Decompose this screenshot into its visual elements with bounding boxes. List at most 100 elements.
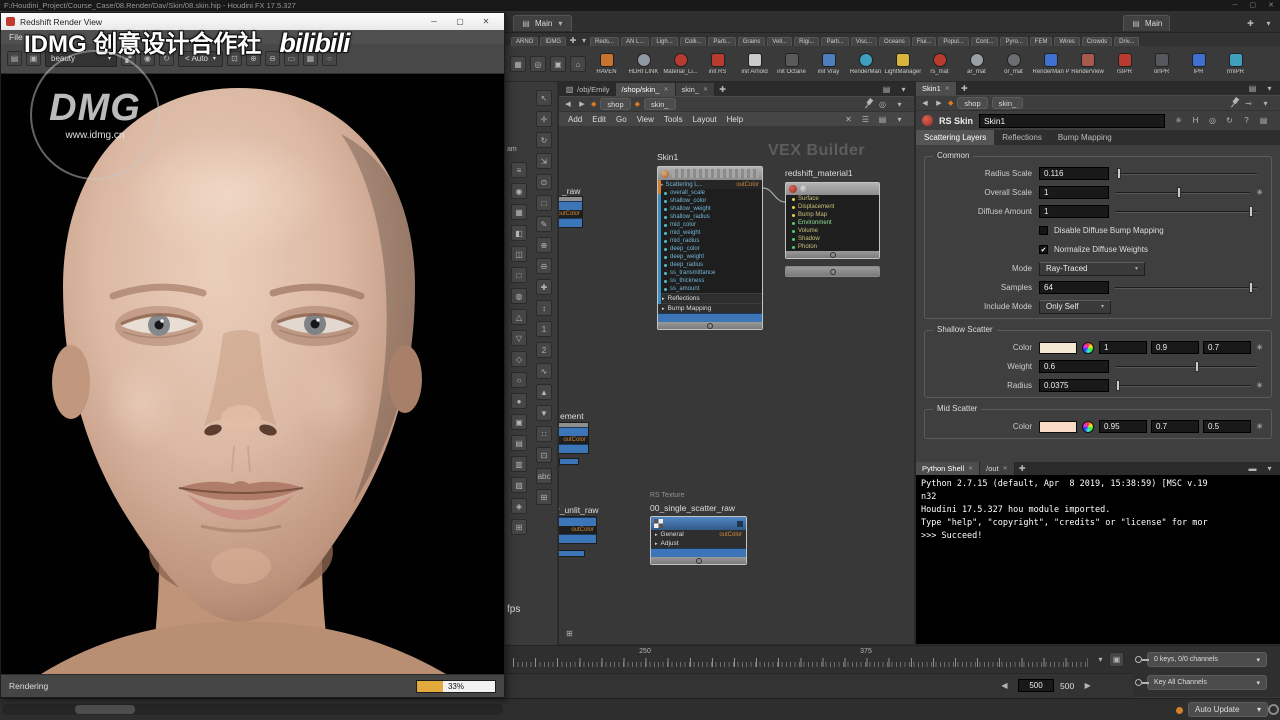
param-slider[interactable] xyxy=(1115,360,1257,373)
shell-output[interactable]: Python 2.7.15 (default, Apr 8 2019, 15:3… xyxy=(916,475,1280,644)
color-component-field[interactable]: 0.95 xyxy=(1099,420,1147,433)
desktop-tab-main-2[interactable]: ▤ Main xyxy=(1123,15,1170,31)
viewport-tool-icon[interactable]: ⊕ xyxy=(536,237,552,253)
shelf-tab[interactable]: AN L... xyxy=(621,37,649,46)
viewport-tool-icon[interactable]: ↖ xyxy=(536,90,552,106)
pane-menu-icon[interactable]: ▾ xyxy=(1262,461,1277,476)
shelf-tab[interactable]: Parti... xyxy=(821,37,848,46)
viewport-tool-icon[interactable]: ✎ xyxy=(536,216,552,232)
viewport-display-icon[interactable]: ▣ xyxy=(511,414,527,430)
camera-selector-label[interactable]: am xyxy=(507,146,517,153)
back-icon[interactable]: ◀ xyxy=(920,99,930,107)
keys-info-dropdown[interactable]: 0 keys, 0/0 channels ▾ xyxy=(1147,652,1267,667)
pane-split-icon[interactable]: ▤ xyxy=(1245,81,1260,96)
shelf-tab[interactable]: Colli... xyxy=(680,37,707,46)
node-footer[interactable] xyxy=(786,251,879,258)
maximize-icon[interactable]: ▢ xyxy=(447,13,473,30)
shelf-tool-ar-mat[interactable]: ar_mat xyxy=(958,53,995,75)
shelf-tab[interactable]: Parti... xyxy=(708,37,735,46)
shelf-tab[interactable]: FEM xyxy=(1030,37,1053,46)
node-footer[interactable] xyxy=(651,557,746,564)
shelf-tool-rsipr[interactable]: rsIPR xyxy=(1106,53,1143,75)
param-value-field[interactable]: 64 xyxy=(1039,281,1109,294)
shelf-tab[interactable]: Flui... xyxy=(912,37,937,46)
param-value-field[interactable]: 1 xyxy=(1039,205,1109,218)
add-shelf-icon[interactable]: ✚ xyxy=(568,35,578,46)
new-desktop-icon[interactable]: ✚ xyxy=(1243,16,1258,31)
viewport-display-icon[interactable]: ◇ xyxy=(511,351,527,367)
slider-handle[interactable] xyxy=(1117,168,1121,179)
viewport-tool-icon[interactable]: ▼ xyxy=(536,405,552,421)
auto-mode-select[interactable]: < Auto ▾ xyxy=(178,51,223,67)
param-value-field[interactable]: 0.6 xyxy=(1039,360,1109,373)
color-component-field[interactable]: 0.5 xyxy=(1203,420,1251,433)
aov-select[interactable]: beauty ▾ xyxy=(45,51,117,67)
shelf-tab[interactable]: Reds... xyxy=(590,37,619,46)
info-icon[interactable]: ○ xyxy=(322,51,337,66)
viewport-display-icon[interactable]: ◫ xyxy=(511,246,527,262)
shelf-tab[interactable]: Crowds xyxy=(1082,37,1112,46)
follow-icon[interactable]: ◎ xyxy=(875,97,890,112)
node-material-output[interactable] xyxy=(785,266,880,277)
menu-file[interactable]: File xyxy=(9,30,23,44)
dropdown-include-mode[interactable]: Only Self▾ xyxy=(1039,300,1111,314)
fit-view-icon[interactable]: ▭ xyxy=(284,51,299,66)
shelf-tab[interactable]: Visc... xyxy=(851,37,877,46)
color-wheel-icon[interactable] xyxy=(1082,421,1094,433)
shelf-tool-rmipr[interactable]: rmIPR xyxy=(1217,53,1254,75)
channels-icon[interactable]: H xyxy=(1188,113,1203,128)
slider-handle[interactable] xyxy=(1249,206,1253,217)
shelf-tool-renderman[interactable]: RenderMan xyxy=(847,53,884,75)
slider-handle[interactable] xyxy=(1195,361,1199,372)
param-value-field[interactable]: 0.0375 xyxy=(1039,379,1109,392)
customize-icon[interactable]: ✕ xyxy=(841,112,856,127)
forward-icon[interactable]: ▶ xyxy=(934,99,944,107)
breadcrumb-skin[interactable]: skin_ xyxy=(644,98,676,110)
color-component-field[interactable]: 1 xyxy=(1099,341,1147,354)
gallery-icon[interactable]: ▤ xyxy=(1256,113,1271,128)
shelf-tool-hdri-link[interactable]: HDRI LINK xyxy=(625,53,662,75)
viewport-tool-icon[interactable]: ⊙ xyxy=(536,174,552,190)
auto-update-dropdown[interactable]: Auto Update ▾ xyxy=(1188,702,1268,717)
param-slider[interactable] xyxy=(1115,379,1250,392)
shelf-tool-oripr[interactable]: orIPR xyxy=(1143,53,1180,75)
revert-icon[interactable]: ✳ xyxy=(1256,422,1263,431)
shelf-tool-init-vray[interactable]: init Vray xyxy=(810,53,847,75)
shelf-tool-rs-mat[interactable]: rs_mat xyxy=(921,53,958,75)
pane-dropdown-icon[interactable]: ▾ xyxy=(892,112,907,127)
breadcrumb-skin[interactable]: skin_ xyxy=(992,97,1024,109)
revert-icon[interactable]: ↻ xyxy=(1222,113,1237,128)
scrollbar-handle[interactable] xyxy=(75,705,135,714)
render-canvas[interactable] xyxy=(1,74,504,674)
lock-icon[interactable]: ◉ xyxy=(140,51,155,66)
node-title-ement[interactable]: ement xyxy=(560,411,584,421)
checkbox[interactable]: ✔ xyxy=(1039,245,1048,254)
menu-item[interactable]: Add xyxy=(563,112,587,127)
shelf-tool-init-rs[interactable]: init RS xyxy=(699,53,736,75)
shelf-set-tab[interactable]: IDMG xyxy=(540,37,566,46)
viewport-display-icon[interactable]: ▽ xyxy=(511,330,527,346)
help-icon[interactable]: ? xyxy=(1239,113,1254,128)
new-tab-icon[interactable]: ✚ xyxy=(957,82,972,95)
search-icon[interactable]: ◎ xyxy=(530,56,546,72)
pane-split-icon[interactable]: ▬ xyxy=(1245,461,1260,476)
texture-row-adjust[interactable]: ▸Adjust xyxy=(651,539,746,548)
color-component-field[interactable]: 0.9 xyxy=(1151,341,1199,354)
new-tab-icon[interactable]: ✚ xyxy=(1015,462,1030,475)
node-partial-raw[interactable]: outColor xyxy=(559,196,583,228)
pin-icon[interactable] xyxy=(860,96,875,112)
slider-handle[interactable] xyxy=(1177,187,1181,198)
timeline-options-icon[interactable]: ▣ xyxy=(1109,652,1124,667)
viewport-display-icon[interactable]: ○ xyxy=(511,372,527,388)
texture-row-general[interactable]: ▸GeneraloutColor xyxy=(651,530,746,539)
presets-icon[interactable]: ✳ xyxy=(1171,113,1186,128)
render-view-titlebar[interactable]: Redshift Render View ─ ▢ ✕ xyxy=(1,13,504,30)
param-tab-reflections[interactable]: Reflections xyxy=(994,130,1050,145)
back-icon[interactable]: ◀ xyxy=(563,100,573,108)
shelf-tab[interactable]: Vell... xyxy=(767,37,792,46)
viewport-tool-icon[interactable]: ∿ xyxy=(536,363,552,379)
output-port-label[interactable]: outColor xyxy=(736,182,759,188)
shelf-tool-or-mat[interactable]: or_mat xyxy=(995,53,1032,75)
network-tab-shop-skin[interactable]: /shop/skin_ ✕ xyxy=(616,83,676,96)
node-title-skin1[interactable]: Skin1 xyxy=(657,152,678,162)
